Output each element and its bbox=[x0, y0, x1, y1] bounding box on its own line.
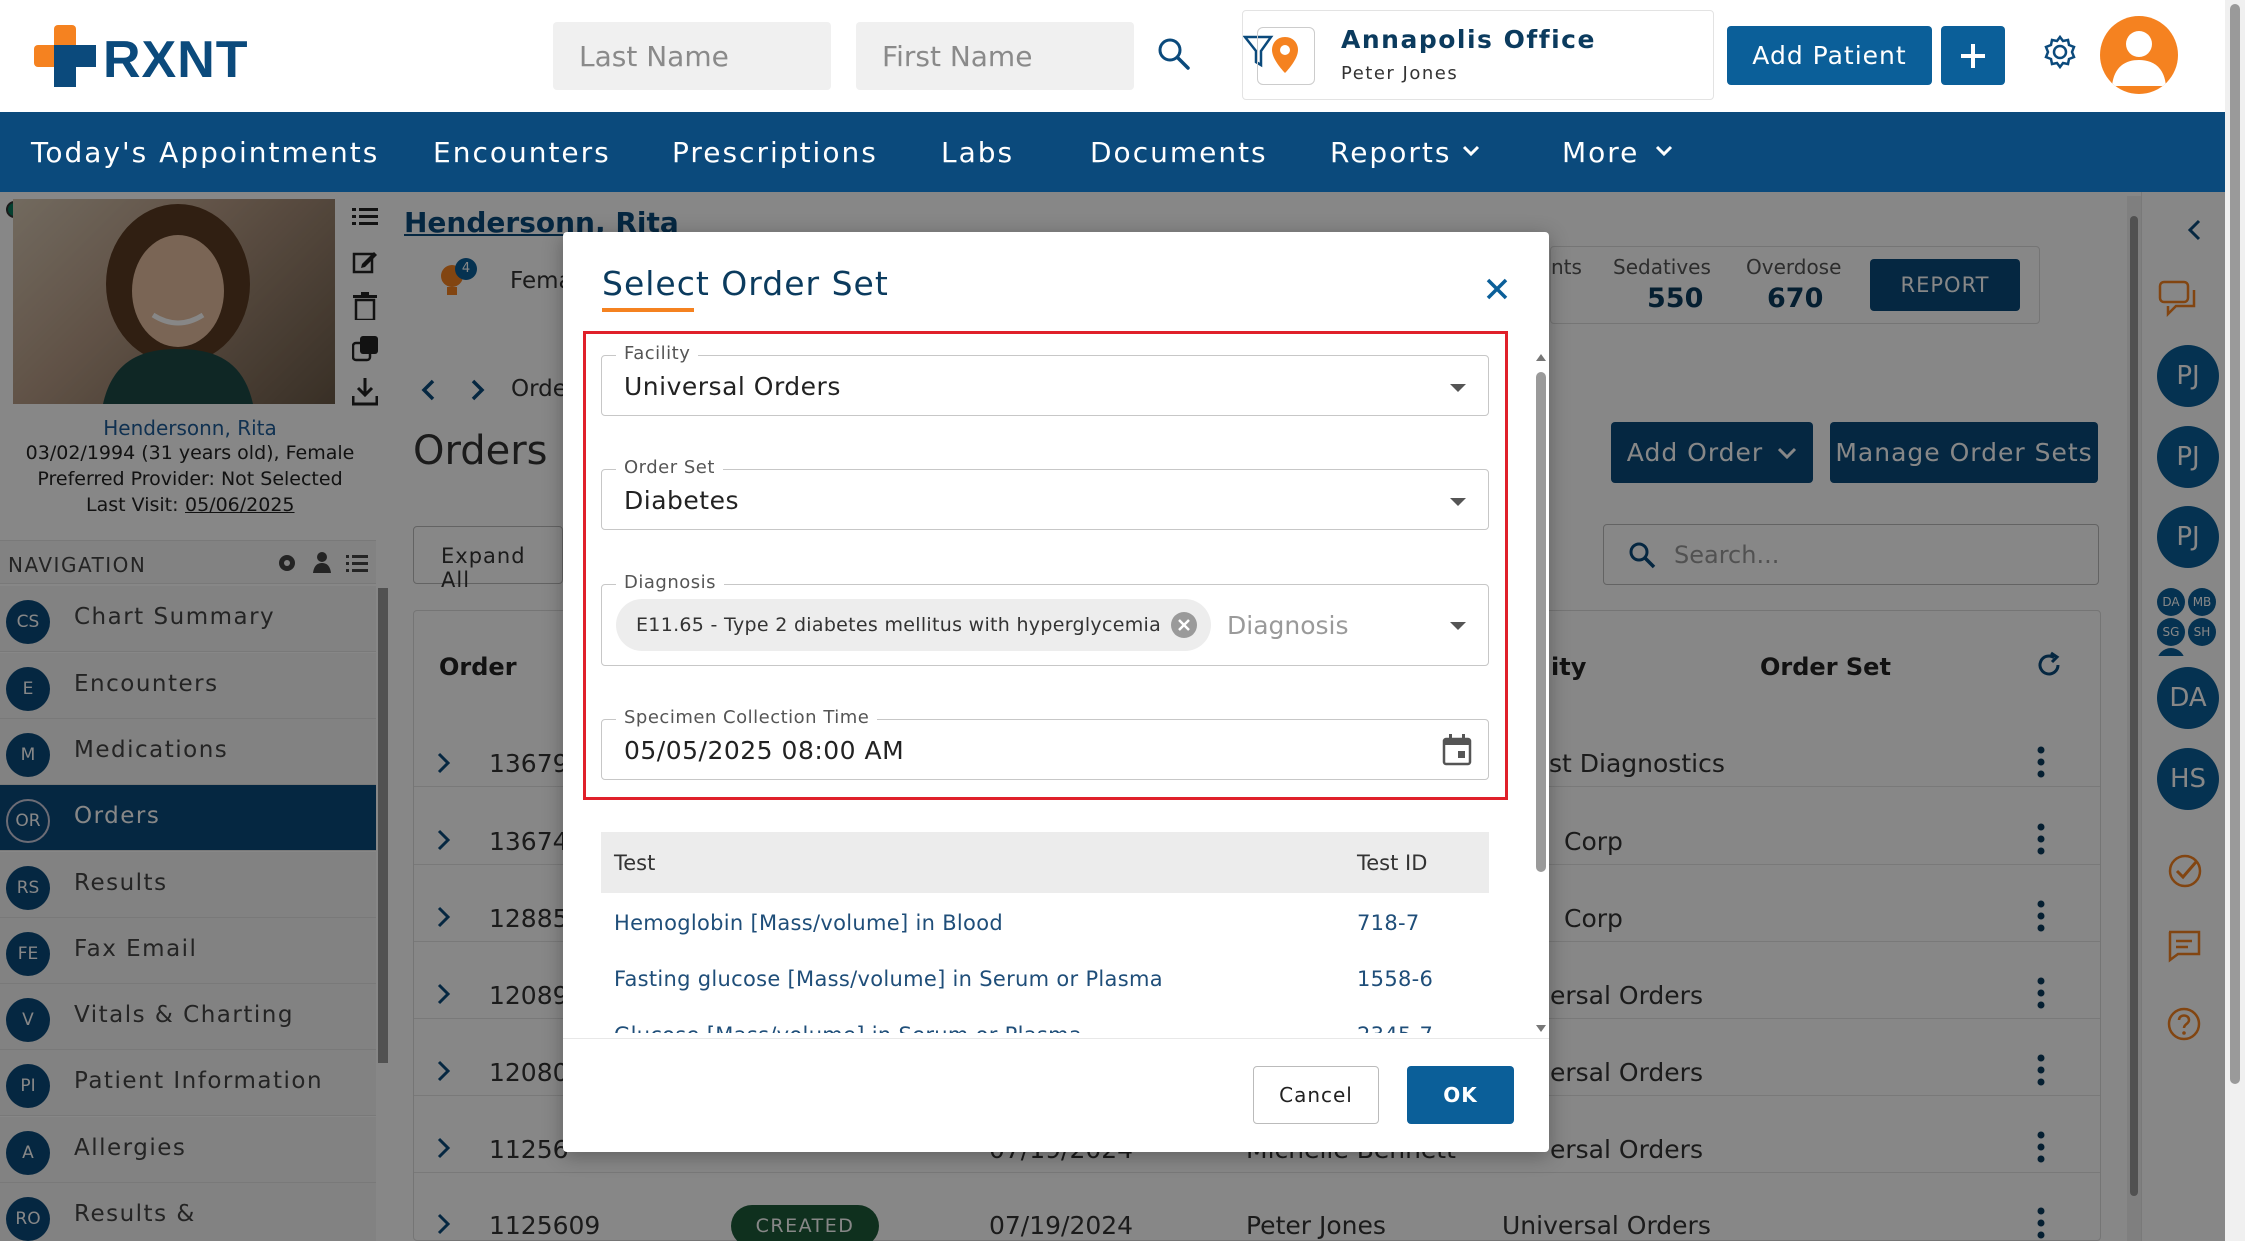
rxnt-logo-icon bbox=[34, 25, 96, 87]
facility-value: Universal Orders bbox=[624, 372, 841, 401]
test-id: 2345-7 bbox=[1357, 1023, 1433, 1033]
user-icon bbox=[2112, 31, 2166, 86]
table-row: Glucose [Mass/volume] in Serum or Plasma… bbox=[601, 1005, 1489, 1033]
calendar-icon[interactable] bbox=[1442, 734, 1472, 766]
add-patient-button[interactable]: Add Patient bbox=[1727, 26, 1932, 85]
dropdown-arrow-icon bbox=[1450, 498, 1466, 506]
top-bar: RXNT Last Name First Name Annapolis Offi… bbox=[0, 0, 2225, 112]
facility-select[interactable]: Facility Universal Orders bbox=[601, 343, 1489, 416]
office-selector[interactable]: Annapolis Office Peter Jones bbox=[1242, 10, 1714, 100]
location-pin-icon bbox=[1272, 37, 1298, 73]
select-order-set-dialog: Select Order Set Facility Universal Orde… bbox=[563, 232, 1549, 1152]
nav-prescriptions[interactable]: Prescriptions bbox=[672, 136, 878, 169]
dropdown-arrow-icon bbox=[1450, 622, 1466, 630]
table-row: Fasting glucose [Mass/volume] in Serum o… bbox=[601, 949, 1489, 1005]
chevron-down-icon bbox=[1655, 145, 1673, 157]
diagnosis-chip-label: E11.65 - Type 2 diabetes mellitus with h… bbox=[636, 614, 1162, 636]
dialog-footer-divider bbox=[563, 1038, 1549, 1039]
test-id: 718-7 bbox=[1357, 911, 1420, 935]
specimen-time-label: Specimen Collection Time bbox=[616, 707, 878, 728]
search-icon[interactable] bbox=[1157, 37, 1191, 71]
title-underline bbox=[602, 308, 694, 312]
test-name: Hemoglobin [Mass/volume] in Blood bbox=[614, 911, 1003, 935]
dialog-scrollbar[interactable] bbox=[1533, 352, 1549, 1037]
diagnosis-label: Diagnosis bbox=[616, 572, 724, 593]
order-set-value: Diabetes bbox=[624, 486, 739, 515]
brand-name: RXNT bbox=[103, 31, 249, 89]
nav-labs[interactable]: Labs bbox=[941, 136, 1014, 169]
gear-icon[interactable] bbox=[2042, 34, 2078, 70]
specimen-time-field[interactable]: Specimen Collection Time 05/05/2025 08:0… bbox=[601, 707, 1489, 780]
main-nav: Today's Appointments Encounters Prescrip… bbox=[0, 112, 2225, 192]
plus-icon bbox=[1961, 43, 1985, 68]
scroll-up-icon[interactable] bbox=[1535, 352, 1547, 362]
nav-documents[interactable]: Documents bbox=[1090, 136, 1268, 169]
diagnosis-select[interactable]: Diagnosis E11.65 - Type 2 diabetes melli… bbox=[601, 572, 1489, 666]
remove-chip-icon[interactable] bbox=[1170, 611, 1198, 639]
scroll-down-icon[interactable] bbox=[1535, 1024, 1547, 1034]
table-row: Hemoglobin [Mass/volume] in Blood 718-7 bbox=[601, 893, 1489, 949]
nav-reports[interactable]: Reports bbox=[1330, 136, 1451, 169]
last-name-input[interactable]: Last Name bbox=[553, 22, 831, 90]
diagnosis-input[interactable]: Diagnosis bbox=[1227, 611, 1349, 640]
nav-more[interactable]: More bbox=[1562, 136, 1639, 169]
cancel-button[interactable]: Cancel bbox=[1253, 1066, 1379, 1124]
close-icon[interactable] bbox=[1484, 276, 1510, 302]
ok-button[interactable]: OK bbox=[1407, 1066, 1514, 1124]
nav-todays-appointments[interactable]: Today's Appointments bbox=[31, 136, 379, 169]
dialog-scrollbar-thumb[interactable] bbox=[1536, 372, 1546, 872]
first-name-input[interactable]: First Name bbox=[856, 22, 1134, 90]
facility-label: Facility bbox=[616, 343, 699, 364]
test-name: Glucose [Mass/volume] in Serum or Plasma bbox=[614, 1023, 1082, 1033]
order-set-label: Order Set bbox=[616, 457, 723, 478]
office-name: Annapolis Office bbox=[1341, 25, 1596, 54]
col-test-header: Test bbox=[614, 851, 656, 875]
chevron-down-icon bbox=[1462, 145, 1480, 157]
test-name: Fasting glucose [Mass/volume] in Serum o… bbox=[614, 967, 1163, 991]
dropdown-arrow-icon bbox=[1450, 384, 1466, 392]
tests-table-header: Test Test ID bbox=[601, 832, 1489, 893]
test-id: 1558-6 bbox=[1357, 967, 1434, 991]
add-button[interactable] bbox=[1941, 26, 2005, 85]
nav-encounters[interactable]: Encounters bbox=[433, 136, 611, 169]
user-avatar[interactable] bbox=[2100, 16, 2178, 94]
order-set-select[interactable]: Order Set Diabetes bbox=[601, 457, 1489, 530]
page-scrollbar[interactable] bbox=[2225, 0, 2245, 1241]
dialog-title: Select Order Set bbox=[602, 264, 889, 303]
diagnosis-chip[interactable]: E11.65 - Type 2 diabetes mellitus with h… bbox=[616, 599, 1211, 651]
specimen-time-value: 05/05/2025 08:00 AM bbox=[624, 736, 905, 765]
page-scrollbar-thumb[interactable] bbox=[2230, 4, 2240, 1084]
office-user: Peter Jones bbox=[1341, 63, 1459, 84]
col-test-id-header: Test ID bbox=[1357, 851, 1428, 875]
